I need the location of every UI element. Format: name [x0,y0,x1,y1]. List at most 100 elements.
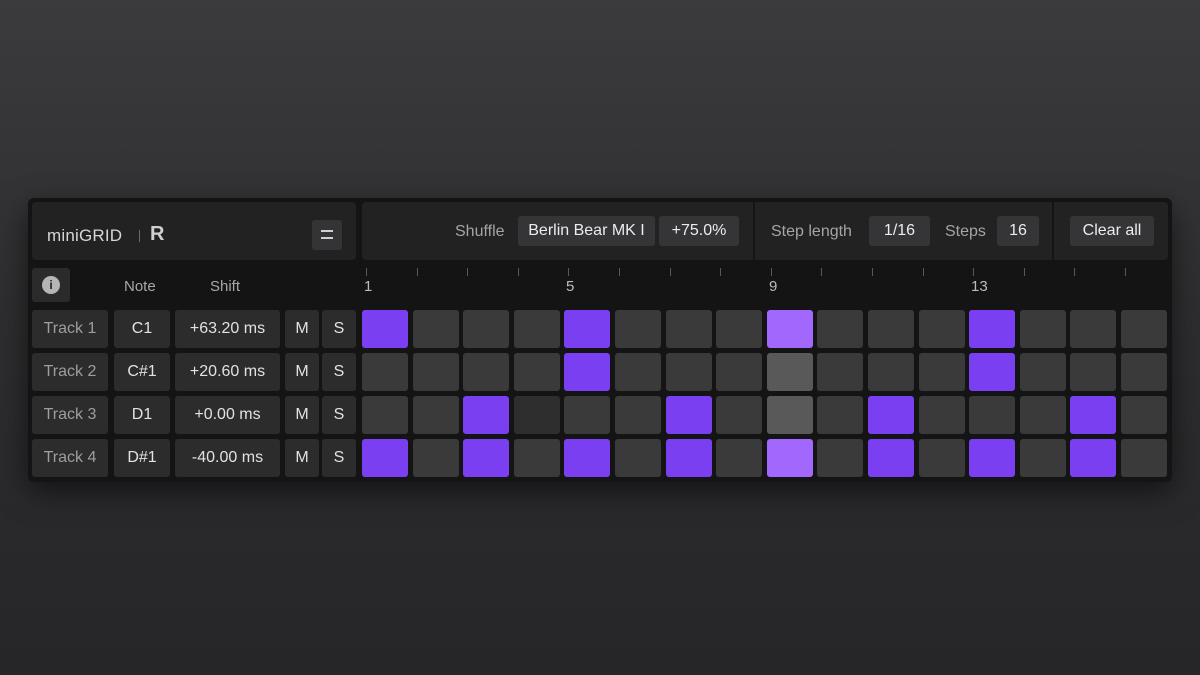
step-pad[interactable] [564,310,610,348]
solo-button[interactable]: S [322,396,356,434]
step-pad[interactable] [1121,310,1167,348]
step-pad[interactable] [919,353,965,391]
note-field[interactable]: D1 [114,396,170,434]
info-button[interactable]: i [32,268,70,302]
ruler-tick [568,268,569,276]
step-pad[interactable] [969,310,1015,348]
step-pad[interactable] [463,396,509,434]
mute-button[interactable]: M [285,439,319,477]
step-pad[interactable] [615,353,661,391]
track-name[interactable]: Track 4 [32,439,108,477]
mute-button[interactable]: M [285,396,319,434]
step-pad[interactable] [868,396,914,434]
step-pad[interactable] [615,439,661,477]
step-pad[interactable] [1121,353,1167,391]
step-pad[interactable] [767,353,813,391]
step-pad[interactable] [514,353,560,391]
step-pad[interactable] [615,396,661,434]
step-pad[interactable] [564,396,610,434]
solo-button[interactable]: S [322,439,356,477]
step-pad[interactable] [1070,396,1116,434]
ruler-tick [821,268,822,276]
shift-field[interactable]: +20.60 ms [175,353,280,391]
step-pad[interactable] [1121,439,1167,477]
step-pad[interactable] [514,439,560,477]
step-pad[interactable] [767,439,813,477]
step-pad[interactable] [666,396,712,434]
ruler-tick [670,268,671,276]
step-pad[interactable] [1020,353,1066,391]
note-field[interactable]: D#1 [114,439,170,477]
shuffle-amount-field[interactable]: +75.0% [659,216,739,246]
step-pad[interactable] [716,439,762,477]
step-pad[interactable] [1070,353,1116,391]
step-pad[interactable] [767,396,813,434]
shift-field[interactable]: +0.00 ms [175,396,280,434]
step-pad[interactable] [1020,310,1066,348]
shift-field[interactable]: +63.20 ms [175,310,280,348]
step-pad[interactable] [817,310,863,348]
step-pad[interactable] [767,310,813,348]
step-pad[interactable] [817,439,863,477]
step-pad[interactable] [817,353,863,391]
step-pad[interactable] [716,396,762,434]
shift-field[interactable]: -40.00 ms [175,439,280,477]
step-pad[interactable] [969,396,1015,434]
clear-all-button[interactable]: Clear all [1070,216,1154,246]
step-pad[interactable] [413,396,459,434]
step-pad[interactable] [716,353,762,391]
step-pad[interactable] [362,439,408,477]
track-name[interactable]: Track 1 [32,310,108,348]
step-pad[interactable] [868,439,914,477]
app-name: miniGRID [47,226,123,245]
step-pad[interactable] [868,310,914,348]
step-pad[interactable] [868,353,914,391]
ruler-tick [973,268,974,276]
step-pad[interactable] [1121,396,1167,434]
note-field[interactable]: C1 [114,310,170,348]
beat-marker-5: 5 [566,278,575,295]
step-pad[interactable] [919,310,965,348]
step-pad[interactable] [413,353,459,391]
step-pad[interactable] [666,310,712,348]
solo-button[interactable]: S [322,353,356,391]
step-pad[interactable] [564,353,610,391]
mute-button[interactable]: M [285,310,319,348]
step-pad[interactable] [919,396,965,434]
track-name[interactable]: Track 3 [32,396,108,434]
step-pad[interactable] [666,353,712,391]
step-pad[interactable] [919,439,965,477]
step-length-field[interactable]: 1/16 [869,216,930,246]
note-field[interactable]: C#1 [114,353,170,391]
step-pad[interactable] [564,439,610,477]
step-pad[interactable] [362,353,408,391]
step-pad[interactable] [666,439,712,477]
step-pad[interactable] [514,396,560,434]
step-pad[interactable] [817,396,863,434]
step-pad[interactable] [716,310,762,348]
step-pad[interactable] [413,310,459,348]
step-pad[interactable] [362,310,408,348]
step-pad[interactable] [463,310,509,348]
track-name[interactable]: Track 2 [32,353,108,391]
step-pad[interactable] [1070,310,1116,348]
step-pad[interactable] [463,353,509,391]
step-pad[interactable] [1070,439,1116,477]
step-pad[interactable] [1020,396,1066,434]
menu-button[interactable] [312,220,342,250]
step-pad[interactable] [463,439,509,477]
mute-button[interactable]: M [285,353,319,391]
step-pad[interactable] [615,310,661,348]
step-pad[interactable] [514,310,560,348]
steps-field[interactable]: 16 [997,216,1039,246]
solo-button[interactable]: S [322,310,356,348]
step-pad[interactable] [1020,439,1066,477]
ruler-tick [518,268,519,276]
logo-icon: R [150,223,165,245]
hamburger-icon [321,230,333,232]
step-pad[interactable] [362,396,408,434]
step-pad[interactable] [969,439,1015,477]
step-pad[interactable] [413,439,459,477]
shuffle-preset-select[interactable]: Berlin Bear MK I [518,216,655,246]
step-pad[interactable] [969,353,1015,391]
